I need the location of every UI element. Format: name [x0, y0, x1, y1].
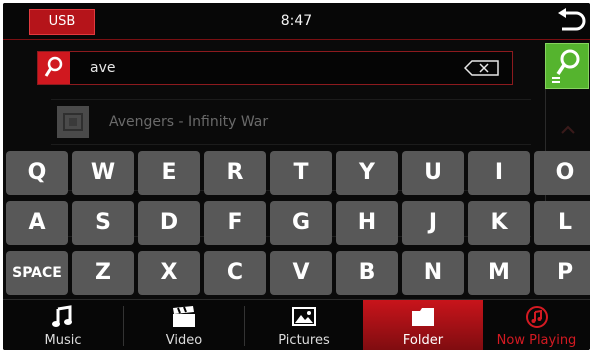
key-l[interactable]: L — [534, 201, 590, 245]
clock: 8:47 — [280, 13, 313, 29]
scroll-up-icon — [561, 125, 575, 134]
nav-now-playing[interactable]: Now Playing — [483, 300, 590, 350]
key-f[interactable]: F — [204, 201, 266, 245]
key-s[interactable]: S — [72, 201, 134, 245]
bottom-navigation: Music Video Pictures Folder Now Playing — [3, 299, 590, 350]
key-c[interactable]: C — [204, 251, 266, 295]
backspace-icon — [463, 60, 499, 76]
key-h[interactable]: H — [336, 201, 398, 245]
list-item-title: Avengers - Infinity War — [109, 114, 269, 130]
key-n[interactable]: N — [402, 251, 464, 295]
key-e[interactable]: E — [138, 151, 200, 195]
nav-pictures[interactable]: Pictures — [245, 300, 363, 350]
key-z[interactable]: Z — [72, 251, 134, 295]
key-o[interactable]: O — [534, 151, 590, 195]
video-file-icon — [57, 106, 89, 138]
nav-folder[interactable]: Folder — [363, 300, 483, 350]
status-bar: USB 8:47 — [3, 3, 590, 40]
key-space[interactable]: SPACE — [6, 251, 68, 295]
key-q[interactable]: Q — [6, 151, 68, 195]
key-x[interactable]: X — [138, 251, 200, 295]
nav-pictures-label: Pictures — [278, 333, 330, 348]
search-input[interactable]: ave — [90, 52, 115, 84]
media-search-screen: USB 8:47 ave Avengers - Infinity War Q W… — [3, 3, 590, 350]
key-m[interactable]: M — [468, 251, 530, 295]
nav-folder-label: Folder — [402, 333, 444, 348]
key-d[interactable]: D — [138, 201, 200, 245]
search-field[interactable]: ave — [37, 51, 513, 85]
nav-music[interactable]: Music — [3, 300, 123, 350]
key-r[interactable]: R — [204, 151, 266, 195]
nav-video-label: Video — [165, 333, 203, 348]
nav-video[interactable]: Video — [124, 300, 244, 350]
music-note-icon — [52, 305, 72, 327]
nav-music-label: Music — [44, 333, 82, 348]
list-item[interactable]: Avengers - Infinity War — [51, 99, 531, 145]
back-button[interactable] — [554, 7, 586, 35]
key-w[interactable]: W — [72, 151, 134, 195]
key-u[interactable]: U — [402, 151, 464, 195]
search-go-button[interactable] — [545, 43, 589, 89]
clapperboard-icon — [173, 306, 195, 327]
picture-icon — [292, 307, 316, 326]
backspace-button[interactable] — [463, 60, 500, 76]
key-t[interactable]: T — [270, 151, 332, 195]
key-k[interactable]: K — [468, 201, 530, 245]
folder-icon — [412, 308, 434, 326]
key-a[interactable]: A — [6, 201, 68, 245]
back-arrow-icon — [558, 8, 586, 31]
key-y[interactable]: Y — [336, 151, 398, 195]
key-g[interactable]: G — [270, 201, 332, 245]
nav-now-playing-label: Now Playing — [496, 333, 577, 348]
key-p[interactable]: P — [534, 251, 590, 295]
key-j[interactable]: J — [402, 201, 464, 245]
on-screen-keyboard: Q W E R T Y U I O A S D F G H J K L SPACE Z X C V B N M P — [3, 151, 590, 297]
search-icon — [38, 52, 70, 84]
search-list-icon — [552, 49, 580, 83]
now-playing-icon — [525, 306, 548, 328]
key-v[interactable]: V — [270, 251, 332, 295]
key-i[interactable]: I — [468, 151, 530, 195]
key-b[interactable]: B — [336, 251, 398, 295]
